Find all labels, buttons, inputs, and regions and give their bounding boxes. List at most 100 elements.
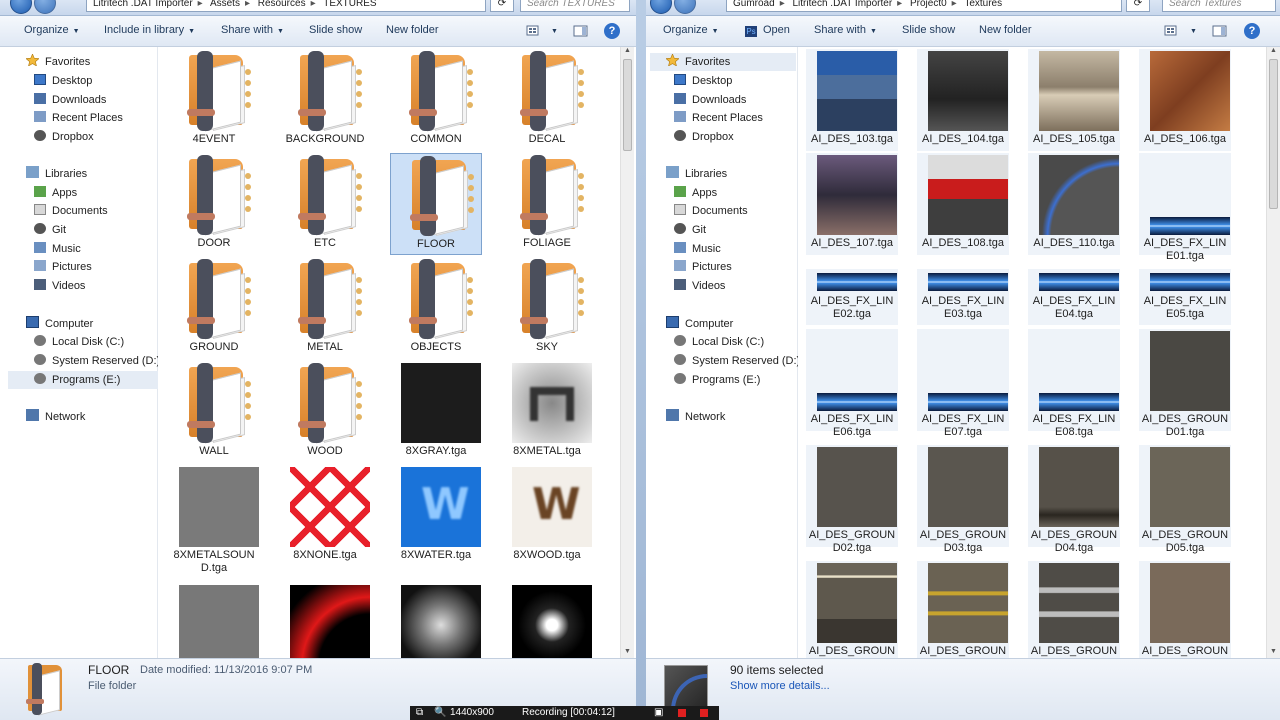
file-item[interactable]: AI_DES_106.tga — [1139, 49, 1231, 151]
forward-button[interactable] — [674, 0, 696, 14]
new-folder-button[interactable]: New folder — [979, 24, 1032, 36]
file-item[interactable]: AI_DES_108.tga — [917, 153, 1009, 255]
nav-system-reserved-d[interactable]: System Reserved (D:) — [674, 352, 800, 370]
nav-git[interactable]: Git — [674, 221, 706, 239]
refresh-button[interactable]: ⟳ — [1126, 0, 1150, 12]
stop-icon[interactable] — [700, 709, 708, 717]
open-button[interactable]: Ps Open — [745, 24, 790, 37]
nav-network[interactable]: Network — [666, 408, 725, 426]
organize-button[interactable]: Organize ▼ — [663, 24, 719, 36]
share-with-button[interactable]: Share with ▼ — [221, 24, 284, 36]
file-item[interactable]: AI_DES_GROUND — [917, 561, 1009, 658]
help-icon[interactable]: ? — [1244, 23, 1260, 39]
view-dropdown-arrow-icon[interactable]: ▼ — [1186, 24, 1197, 36]
file-item[interactable] — [501, 583, 593, 658]
file-item[interactable]: AI_DES_FX_LINE04.tga — [1028, 269, 1120, 325]
folder-item[interactable]: ETC — [279, 153, 371, 255]
folder-item[interactable]: DOOR — [168, 153, 260, 255]
scroll-up-arrow-icon[interactable]: ▲ — [621, 47, 634, 57]
breadcrumb-item[interactable]: Litritech .DAT Importer — [93, 0, 193, 9]
file-item[interactable]: AI_DES_FX_LINE07.tga — [917, 329, 1009, 438]
nav-programs-e[interactable]: Programs (E:) — [8, 371, 158, 389]
nav-desktop[interactable]: Desktop — [34, 72, 92, 90]
camera-icon[interactable]: ▣ — [654, 706, 663, 720]
file-item[interactable]: AI_DES_FX_LINE03.tga — [917, 269, 1009, 325]
breadcrumb[interactable]: Litritech .DAT Importer ▸ Assets ▸ Resourc… — [86, 0, 486, 12]
view-options-icon[interactable] — [1164, 24, 1180, 38]
file-item[interactable]: 8XGRAY.tga — [390, 361, 482, 463]
file-item[interactable]: 8XNONE.tga — [279, 465, 371, 567]
nav-local-disk-c[interactable]: Local Disk (C:) — [674, 333, 764, 351]
scrollbar-thumb[interactable] — [1269, 59, 1278, 209]
nav-libraries[interactable]: Libraries — [26, 165, 87, 183]
zoom-icon[interactable]: 🔍 — [434, 706, 446, 720]
breadcrumb[interactable]: Gumroad ▸ Litritech .DAT Importer ▸ Projec… — [726, 0, 1122, 12]
nav-recent-places[interactable]: Recent Places — [674, 109, 763, 127]
scrollbar-thumb[interactable] — [623, 59, 632, 151]
file-item[interactable]: AI_DES_104.tga — [917, 49, 1009, 151]
preview-pane-icon[interactable] — [1212, 24, 1228, 38]
search-input[interactable]: Search TEXTURES — [520, 0, 630, 12]
vertical-scrollbar[interactable]: ▲ ▼ — [620, 47, 634, 658]
breadcrumb-item[interactable]: Gumroad — [733, 0, 775, 9]
nav-videos[interactable]: Videos — [674, 277, 725, 295]
view-options-icon[interactable] — [526, 24, 542, 38]
file-item[interactable]: AI_DES_FX_LINE05.tga — [1139, 269, 1231, 325]
nav-network[interactable]: Network — [26, 408, 85, 426]
nav-recent-places[interactable]: Recent Places — [34, 109, 123, 127]
breadcrumb-item[interactable]: Assets — [210, 0, 240, 9]
nav-documents[interactable]: Documents — [674, 202, 748, 220]
folder-item[interactable]: WOOD — [279, 361, 371, 463]
file-item[interactable]: AI_DES_FX_LINE01.tga — [1139, 153, 1231, 262]
file-item[interactable] — [168, 583, 260, 658]
folder-item[interactable]: FOLIAGE — [501, 153, 593, 255]
nav-music[interactable]: Music — [674, 240, 721, 258]
preview-pane-icon[interactable] — [573, 24, 589, 38]
share-with-button[interactable]: Share with ▼ — [814, 24, 877, 36]
nav-apps[interactable]: Apps — [34, 184, 77, 202]
nav-videos[interactable]: Videos — [34, 277, 85, 295]
file-item[interactable] — [279, 583, 371, 658]
folder-item[interactable]: COMMON — [390, 49, 482, 151]
window-icon[interactable]: ⧉ — [416, 706, 423, 720]
nav-pictures[interactable]: Pictures — [34, 258, 92, 276]
folder-item[interactable]: OBJECTS — [390, 257, 482, 359]
file-item[interactable]: AI_DES_110.tga — [1028, 153, 1120, 255]
nav-dropbox[interactable]: Dropbox — [674, 128, 734, 146]
file-item[interactable]: AI_DES_107.tga — [806, 153, 898, 255]
file-item[interactable]: W 8XWOOD.tga — [501, 465, 593, 567]
nav-favorites[interactable]: Favorites — [650, 53, 796, 71]
nav-git[interactable]: Git — [34, 221, 66, 239]
back-button[interactable] — [650, 0, 672, 14]
breadcrumb-item[interactable]: Litritech .DAT Importer — [793, 0, 893, 9]
breadcrumb-item[interactable]: TEXTURES — [323, 0, 376, 9]
folder-item[interactable]: BACKGROUND — [279, 49, 371, 151]
folder-item[interactable]: 4EVENT — [168, 49, 260, 151]
file-item[interactable]: AI_DES_FX_LINE08.tga — [1028, 329, 1120, 438]
breadcrumb-item[interactable]: Resources — [258, 0, 306, 9]
nav-music[interactable]: Music — [34, 240, 81, 258]
folder-item[interactable]: DECAL — [501, 49, 593, 151]
nav-downloads[interactable]: Downloads — [34, 91, 106, 109]
folder-item[interactable]: GROUND — [168, 257, 260, 359]
include-in-library-button[interactable]: Include in library ▼ — [104, 24, 195, 36]
file-item[interactable]: AI_DES_GROUND — [1139, 561, 1231, 658]
nav-documents[interactable]: Documents — [34, 202, 108, 220]
pause-icon[interactable] — [678, 709, 686, 717]
file-item[interactable]: AI_DES_GROUND — [1028, 561, 1120, 658]
new-folder-button[interactable]: New folder — [386, 24, 439, 36]
file-item[interactable]: AI_DES_GROUND03.tga — [917, 445, 1009, 554]
nav-apps[interactable]: Apps — [674, 184, 717, 202]
file-item[interactable]: AI_DES_FX_LINE06.tga — [806, 329, 898, 438]
nav-desktop[interactable]: Desktop — [674, 72, 732, 90]
back-button[interactable] — [10, 0, 32, 14]
scroll-up-arrow-icon[interactable]: ▲ — [1267, 47, 1280, 57]
refresh-button[interactable]: ⟳ — [490, 0, 514, 12]
file-item[interactable]: AI_DES_GROUND04.tga — [1028, 445, 1120, 554]
nav-favorites[interactable]: Favorites — [25, 53, 90, 71]
nav-libraries[interactable]: Libraries — [666, 165, 727, 183]
organize-button[interactable]: Organize ▼ — [24, 24, 80, 36]
folder-item[interactable]: WALL — [168, 361, 260, 463]
folder-item[interactable]: FLOOR — [390, 153, 482, 255]
vertical-scrollbar[interactable]: ▲ ▼ — [1266, 47, 1280, 658]
